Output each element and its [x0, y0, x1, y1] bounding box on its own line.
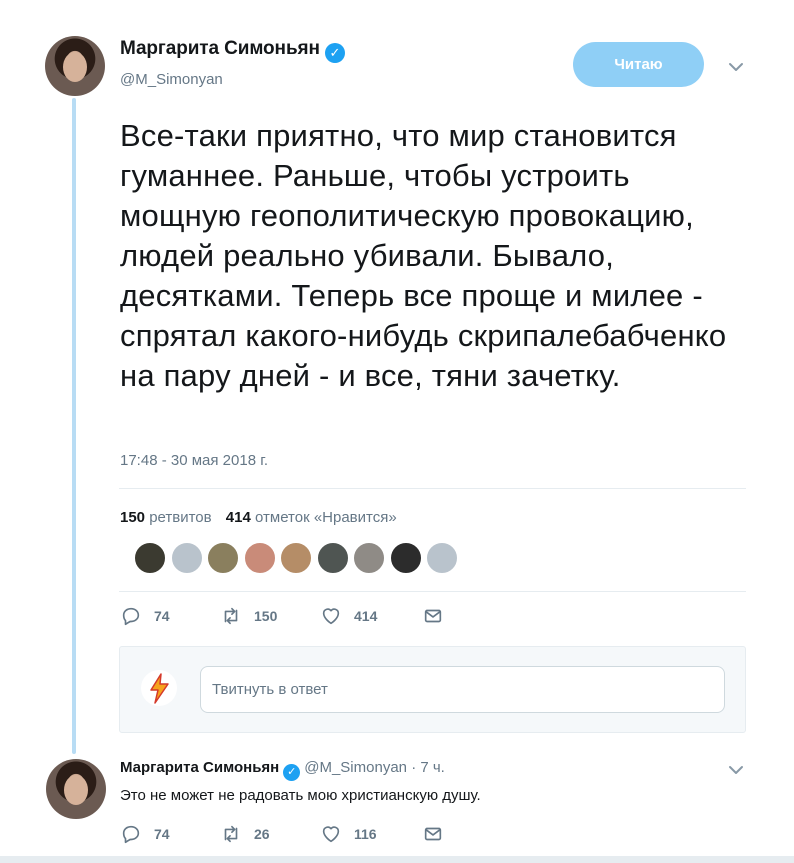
tweet-timestamp[interactable]: 17:48 - 30 мая 2018 г. — [120, 452, 268, 469]
lightning-icon — [150, 673, 169, 704]
chevron-down-icon[interactable] — [728, 762, 744, 778]
direct-message-button[interactable] — [422, 604, 444, 628]
chevron-down-icon[interactable] — [728, 59, 744, 75]
thread-connector-line — [72, 98, 76, 754]
tweet-stats: 150 ретвитов 414 отметок «Нравится» — [120, 509, 397, 526]
like-count: 116 — [354, 826, 377, 842]
follow-button[interactable]: Читаю — [573, 42, 704, 87]
retweet-icon — [224, 607, 238, 625]
liker-avatar-4[interactable] — [243, 542, 276, 574]
tweet-text: Все-таки приятно, что мир становится гум… — [120, 118, 727, 393]
reply-icon — [122, 825, 140, 844]
timeline-separator — [0, 856, 794, 863]
divider — [119, 488, 746, 489]
reply-input[interactable]: Твитнуть в ответ — [200, 666, 725, 713]
retweet-count: 26 — [254, 826, 270, 842]
author-avatar[interactable] — [45, 36, 105, 96]
liker-avatar-5[interactable] — [280, 542, 312, 574]
liker-avatar-3[interactable] — [207, 542, 239, 574]
envelope-icon — [424, 609, 442, 623]
reply-count: 74 — [154, 608, 170, 624]
reply-header: Маргарита Симоньян ✓ @M_Simonyan · 7 ч. — [120, 759, 445, 781]
liker-avatar-9[interactable] — [426, 542, 458, 574]
retweets-count[interactable]: 150 — [120, 509, 145, 526]
user-avatar[interactable] — [141, 670, 177, 706]
reply-text: Это не может не радовать мою христианску… — [120, 787, 481, 804]
like-button[interactable]: 414 — [320, 604, 377, 628]
author-name-text[interactable]: Маргарита Симоньян — [120, 38, 320, 59]
liker-avatar-6[interactable] — [316, 542, 349, 574]
reply-icon — [122, 607, 140, 626]
liker-avatar-1[interactable] — [134, 542, 166, 574]
reply-author-name[interactable]: Маргарита Симоньян — [120, 759, 279, 776]
liker-avatar-2[interactable] — [170, 542, 203, 574]
envelope-icon — [424, 827, 442, 841]
reply-button[interactable]: 74 — [120, 604, 170, 628]
author-name[interactable]: Маргарита Симоньян ✓ — [120, 38, 345, 63]
retweets-label[interactable]: ретвитов — [149, 509, 211, 526]
heart-icon — [322, 826, 340, 843]
likes-count[interactable]: 414 — [226, 509, 251, 526]
retweet-count: 150 — [254, 608, 278, 624]
verified-icon: ✓ — [283, 764, 301, 781]
heart-icon — [322, 608, 340, 625]
reply-author-handle[interactable]: @M_Simonyan — [304, 759, 407, 776]
liker-avatar-7[interactable] — [353, 542, 385, 574]
direct-message-button[interactable] — [422, 822, 444, 846]
author-handle[interactable]: @M_Simonyan — [120, 71, 223, 88]
reply-time[interactable]: · 7 ч. — [411, 759, 445, 776]
divider — [119, 591, 746, 592]
verified-icon: ✓ — [324, 43, 345, 63]
reply-count: 74 — [154, 826, 170, 842]
retweet-button[interactable]: 26 — [220, 822, 270, 846]
retweet-button[interactable]: 150 — [220, 604, 277, 628]
reply-button[interactable]: 74 — [120, 822, 170, 846]
liker-avatar-8[interactable] — [389, 542, 422, 574]
retweet-icon — [224, 825, 238, 843]
like-count: 414 — [354, 608, 378, 624]
reply-author-avatar[interactable] — [46, 759, 106, 819]
like-button[interactable]: 116 — [320, 822, 377, 846]
likes-label[interactable]: отметок «Нравится» — [255, 509, 397, 526]
